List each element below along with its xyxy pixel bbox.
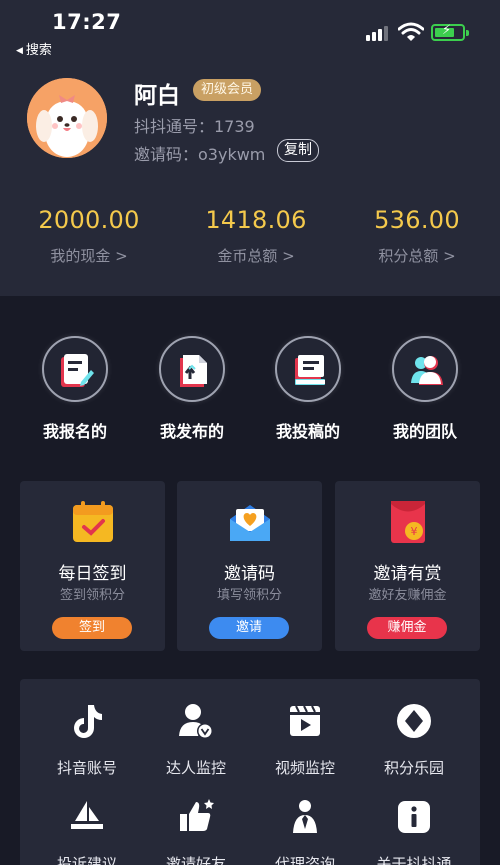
coins-label: 金币总额 >	[217, 247, 295, 265]
cash-label: 我的现金 >	[50, 247, 128, 265]
daily-checkin-subtitle: 签到领积分	[59, 588, 125, 603]
service-video-monitor[interactable]: 视频监控	[250, 701, 360, 778]
services-panel: 抖音账号 达人监控 视频监控 积分乐园 投诉建议 邀请好友 代理咨询 关于抖抖通	[20, 679, 480, 865]
info-icon	[398, 801, 430, 833]
service-complaint-label: 投诉建议	[56, 855, 117, 865]
status-time: 17:27	[52, 10, 122, 34]
earn-commission-button[interactable]: 赚佣金	[367, 617, 447, 639]
battery-icon: ⚡	[431, 23, 469, 41]
member-level-badge: 初级会员	[193, 79, 262, 101]
nav-my-posts[interactable]: 我发布的	[137, 336, 247, 442]
wifi-icon	[398, 22, 424, 41]
nav-my-submissions-label: 我投稿的	[275, 422, 340, 441]
thumbs-up-icon	[180, 799, 214, 831]
service-video-monitor-label: 视频监控	[274, 759, 335, 777]
invite-code-card[interactable]: 邀请码 填写领积分 邀请	[177, 481, 322, 651]
submit-document-icon	[295, 355, 325, 385]
points-stat[interactable]: 536.00 积分总额 >	[337, 206, 497, 266]
video-clapper-icon	[290, 705, 320, 736]
daily-checkin-title: 每日签到	[58, 564, 127, 584]
service-points-park-label: 积分乐园	[383, 759, 444, 777]
invite-button[interactable]: 邀请	[209, 617, 289, 639]
service-invite-friends-label: 邀请好友	[165, 855, 226, 865]
points-value: 536.00	[374, 206, 460, 234]
daily-checkin-card[interactable]: 每日签到 签到领积分 签到	[20, 481, 165, 651]
cash-value: 2000.00	[38, 206, 140, 234]
service-agent-consult[interactable]: 代理咨询	[250, 797, 360, 865]
service-douyin-account[interactable]: 抖音账号	[32, 701, 142, 778]
nav-my-submissions[interactable]: 我投稿的	[253, 336, 363, 442]
nav-my-registrations[interactable]: 我报名的	[20, 336, 130, 442]
complaint-icon	[71, 801, 103, 829]
invite-code-title: 邀请码	[224, 564, 275, 584]
cash-stat[interactable]: 2000.00 我的现金 >	[9, 206, 169, 266]
back-triangle-icon: ◀	[16, 46, 23, 56]
service-influencer-monitor-label: 达人监控	[165, 759, 226, 777]
service-douyin-account-label: 抖音账号	[56, 759, 117, 777]
coins-value: 1418.06	[205, 206, 307, 234]
service-points-park[interactable]: 积分乐园	[359, 701, 469, 778]
agent-icon	[293, 800, 317, 833]
publish-file-icon	[180, 355, 207, 387]
service-agent-consult-label: 代理咨询	[274, 855, 335, 865]
puppy-avatar-icon	[27, 78, 107, 158]
svg-text:¥: ¥	[411, 525, 418, 538]
service-about-label: 关于抖抖通	[376, 855, 452, 865]
calendar-check-icon	[73, 501, 113, 542]
invite-reward-subtitle: 邀好友赚佣金	[368, 588, 447, 603]
service-invite-friends[interactable]: 邀请好友	[141, 797, 251, 865]
user-verified-icon	[179, 704, 213, 739]
service-about[interactable]: 关于抖抖通	[359, 797, 469, 865]
back-to-search-link[interactable]: ◀ 搜索	[16, 39, 52, 58]
red-envelope-icon: ¥	[391, 501, 425, 543]
coins-stat[interactable]: 1418.06 金币总额 >	[176, 206, 336, 266]
envelope-heart-icon	[230, 505, 270, 541]
points-label: 积分总额 >	[378, 247, 456, 265]
nav-my-registrations-label: 我报名的	[42, 422, 107, 441]
username: 阿白	[134, 83, 180, 109]
invite-code-subtitle: 填写领积分	[216, 588, 282, 603]
diamond-icon	[397, 704, 431, 738]
tiktok-icon	[74, 705, 102, 738]
account-id: 抖抖通号：1739	[134, 117, 255, 136]
cellular-signal-icon	[366, 25, 390, 41]
checkin-button[interactable]: 签到	[52, 617, 132, 639]
nav-my-team[interactable]: 我的团队	[370, 336, 480, 442]
avatar[interactable]	[27, 78, 107, 158]
nav-my-team-label: 我的团队	[392, 422, 457, 441]
nav-my-posts-label: 我发布的	[159, 422, 224, 441]
service-influencer-monitor[interactable]: 达人监控	[141, 701, 251, 778]
service-complaint[interactable]: 投诉建议	[32, 797, 142, 865]
edit-form-icon	[61, 354, 94, 387]
invite-reward-card[interactable]: ¥ 邀请有赏 邀好友赚佣金 赚佣金	[335, 481, 480, 651]
invite-code: 邀请码：o3ykwm	[134, 145, 266, 164]
copy-invite-code-button[interactable]: 复制	[277, 139, 319, 162]
back-label: 搜索	[25, 43, 52, 58]
invite-reward-title: 邀请有赏	[373, 564, 442, 584]
team-icon	[411, 356, 443, 385]
